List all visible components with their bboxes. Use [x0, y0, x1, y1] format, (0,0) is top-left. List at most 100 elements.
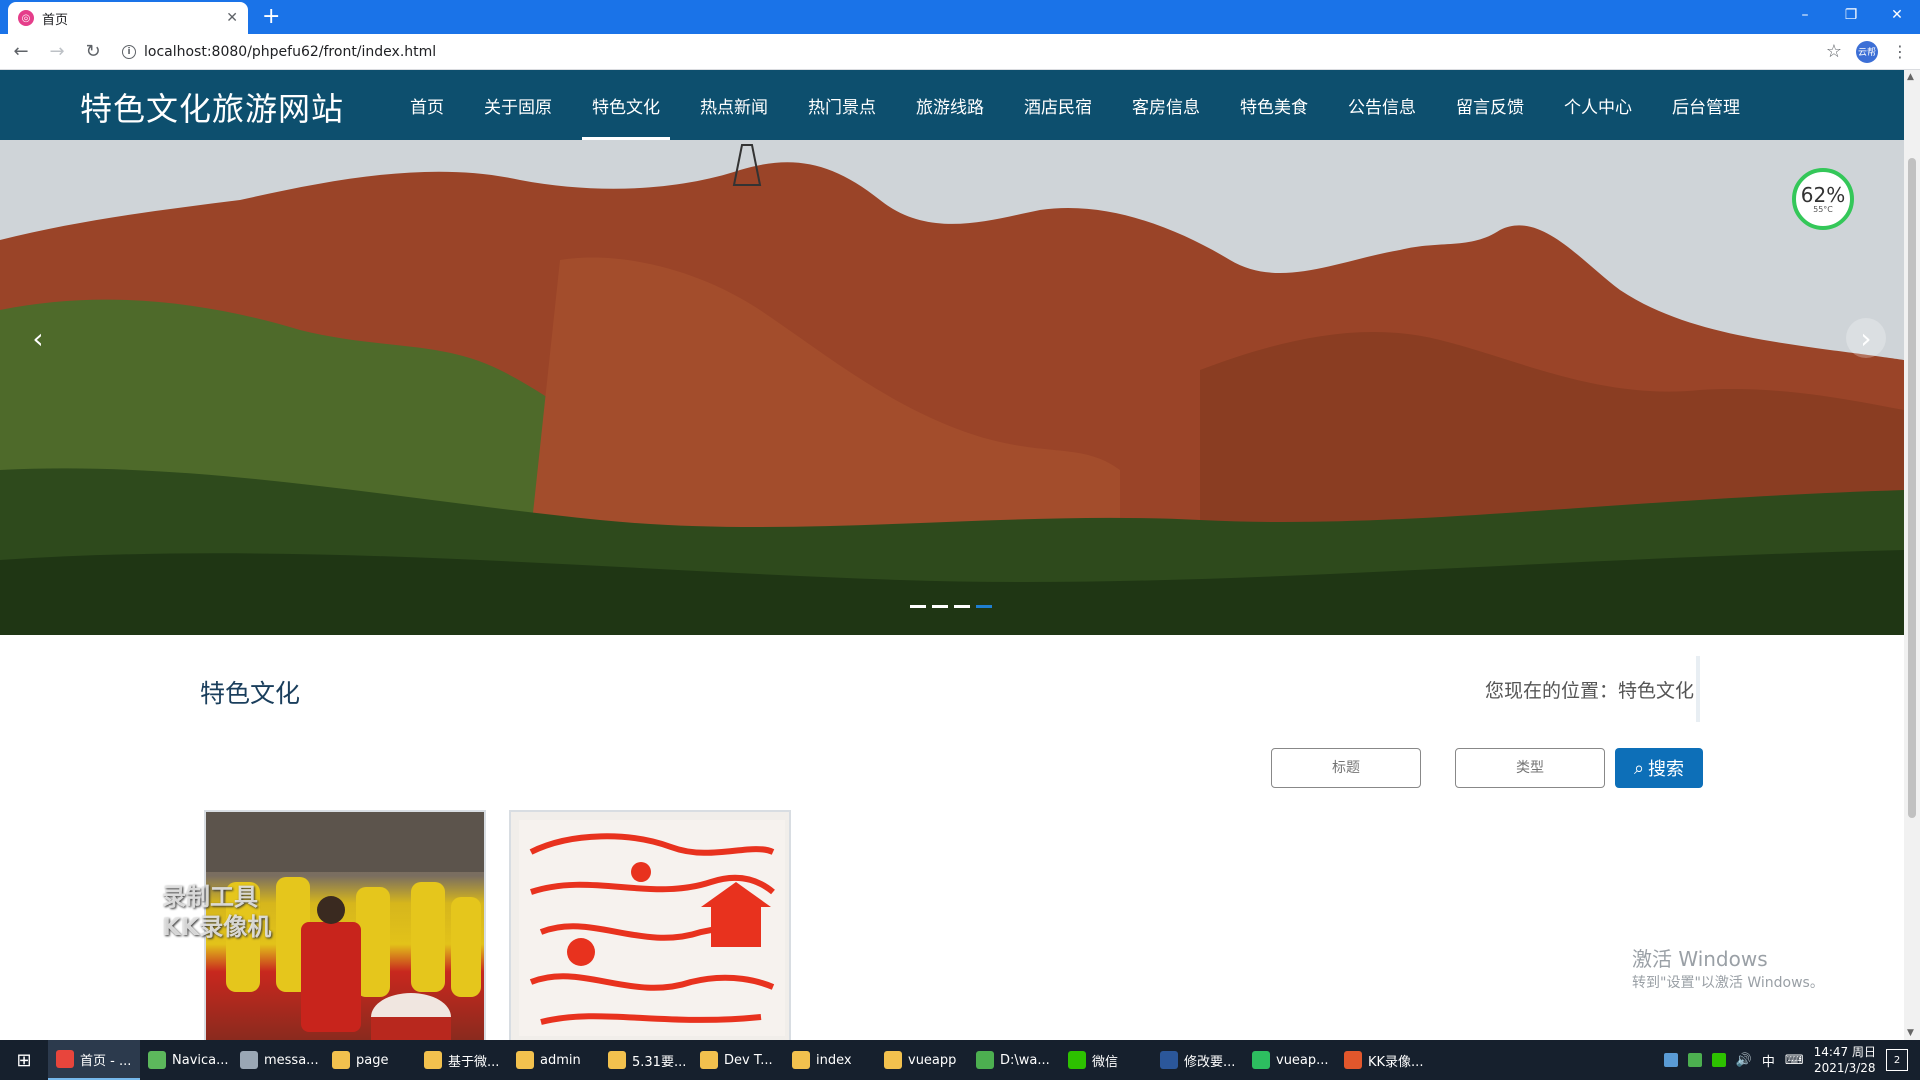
app-icon — [424, 1051, 442, 1069]
clock-date: 2021/3/28 — [1814, 1061, 1876, 1075]
taskbar-item-label: 5.31要... — [632, 1054, 687, 1070]
nav-item[interactable]: 旅游线路 — [896, 70, 1004, 140]
page-viewport: 特色文化旅游网站 首页 关于固原 特色文化 热点新闻 热门景点 旅游线路 酒店民宿 客房信息特… — [0, 70, 1904, 1040]
banner-dot[interactable] — [954, 605, 970, 608]
back-arrow-icon[interactable]: ← — [6, 37, 36, 67]
system-clock[interactable]: 14:47 周日 2021/3/28 — [1814, 1044, 1876, 1076]
taskbar-item[interactable]: vueapp — [876, 1040, 968, 1080]
notification-center-icon[interactable]: 2 — [1886, 1049, 1908, 1071]
nav-item[interactable]: 特色文化 — [572, 70, 680, 140]
browser-tabstrip: ◎ 首页 ✕ + – ❐ ✕ — [0, 0, 1920, 34]
ime-indicator[interactable]: 中 — [1762, 1051, 1775, 1070]
banner-carousel[interactable]: ‹ › — [0, 140, 1904, 635]
minimize-button[interactable]: – — [1782, 0, 1828, 30]
taskbar-item-label: Navica... — [172, 1052, 229, 1068]
app-icon — [56, 1050, 74, 1068]
close-window-button[interactable]: ✕ — [1874, 0, 1920, 30]
nav-item[interactable]: 客房信息 — [1112, 70, 1220, 140]
nav-item[interactable]: 热门景点 — [788, 70, 896, 140]
app-icon — [516, 1051, 534, 1069]
address-bar[interactable]: i localhost:8080/phpefu62/front/index.ht… — [116, 38, 1826, 66]
taskbar-item[interactable]: 基于微... — [416, 1040, 508, 1080]
search-icon: ⌕ — [1633, 757, 1645, 779]
banner-prev-icon[interactable]: ‹ — [18, 318, 58, 358]
taskbar-item[interactable]: admin — [508, 1040, 600, 1080]
keyboard-icon[interactable]: ⌨ — [1785, 1053, 1804, 1068]
taskbar-item[interactable]: D:\wa... — [968, 1040, 1060, 1080]
banner-dot[interactable] — [910, 605, 926, 608]
taskbar-item[interactable]: 微信 — [1060, 1040, 1152, 1080]
scroll-down-icon[interactable]: ▼ — [1907, 1028, 1914, 1038]
taskbar-item[interactable]: 5.31要... — [600, 1040, 692, 1080]
reload-icon[interactable]: ↻ — [78, 37, 108, 67]
page-scrollbar[interactable]: ▲ ▼ — [1904, 70, 1920, 1040]
taskbar-item[interactable]: index — [784, 1040, 876, 1080]
taskbar-item[interactable]: KK录像... — [1336, 1040, 1428, 1080]
windows-start-icon[interactable]: ⊞ — [0, 1040, 48, 1080]
taskbar-item-label: D:\wa... — [1000, 1052, 1050, 1068]
nav-item[interactable]: 个人中心 — [1544, 70, 1652, 140]
nav-item[interactable]: 热点新闻 — [680, 70, 788, 140]
new-tab-button[interactable]: + — [262, 5, 280, 29]
app-icon — [700, 1051, 718, 1069]
windows-activation-notice: 激活 Windows 转到"设置"以激活 Windows。 — [1632, 943, 1824, 992]
title-search-input[interactable] — [1271, 748, 1421, 788]
clock-time: 14:47 周日 — [1813, 1045, 1876, 1059]
taskbar-item-label: 修改要... — [1184, 1054, 1236, 1070]
taskbar-item[interactable]: Dev T... — [692, 1040, 784, 1080]
site-info-icon[interactable]: i — [122, 44, 136, 59]
taskbar-item-label: messa... — [264, 1052, 319, 1068]
nav-item[interactable]: 特色美食 — [1220, 70, 1328, 140]
app-icon — [1068, 1051, 1086, 1069]
search-button[interactable]: ⌕ 搜索 — [1615, 748, 1703, 788]
app-tray-icon[interactable] — [1687, 1053, 1702, 1067]
network-tray-icon[interactable] — [1663, 1053, 1678, 1067]
nav-item[interactable]: 关于固原 — [464, 70, 572, 140]
system-tray: 🔊 中 ⌨ 14:47 周日 2021/3/28 2 — [1663, 1040, 1920, 1080]
app-icon — [884, 1051, 902, 1069]
browser-tab[interactable]: ◎ 首页 ✕ — [8, 2, 248, 34]
taskbar-item[interactable]: 修改要... — [1152, 1040, 1244, 1080]
taskbar-item[interactable]: page — [324, 1040, 416, 1080]
volume-icon[interactable]: 🔊 — [1736, 1053, 1752, 1068]
windows-taskbar: ⊞ 首页 - ... Navica... messa... page 基于微... adm… — [0, 1040, 1920, 1080]
banner-dot[interactable] — [932, 605, 948, 608]
taskbar-item-label: Dev T... — [724, 1052, 773, 1068]
nav-item[interactable]: 酒店民宿 — [1004, 70, 1112, 140]
taskbar-item-label: 首页 - ... — [80, 1053, 132, 1069]
profile-avatar[interactable]: 云帮 — [1856, 40, 1878, 63]
culture-card[interactable] — [509, 810, 791, 1040]
app-icon — [1160, 1051, 1178, 1069]
cpu-percent: 62% — [1800, 182, 1846, 207]
scroll-up-icon[interactable]: ▲ — [1907, 72, 1914, 82]
bookmark-star-icon[interactable]: ☆ — [1826, 41, 1842, 62]
app-icon — [1344, 1051, 1362, 1069]
cpu-monitor-widget[interactable]: 62% 55°C — [1792, 168, 1854, 230]
nav-item[interactable]: 公告信息 — [1328, 70, 1436, 140]
browser-menu-icon[interactable]: ⋮ — [1892, 42, 1908, 61]
banner-next-icon[interactable]: › — [1846, 318, 1886, 358]
main-nav: 首页 关于固原 特色文化 热点新闻 热门景点 旅游线路 酒店民宿 客房信息 特色美食 公告信息 留言… — [390, 70, 1760, 140]
breadcrumb-divider — [1696, 656, 1700, 722]
forward-arrow-icon[interactable]: → — [42, 37, 72, 67]
site-logo[interactable]: 特色文化旅游网站 — [80, 84, 344, 130]
taskbar-item[interactable]: vueap... — [1244, 1040, 1336, 1080]
banner-landscape-image — [0, 140, 1904, 635]
taskbar-item-label: page — [356, 1052, 389, 1068]
url-text[interactable]: localhost:8080/phpefu62/front/index.html — [144, 44, 436, 60]
nav-item[interactable]: 后台管理 — [1652, 70, 1760, 140]
type-search-input[interactable] — [1455, 748, 1605, 788]
restore-button[interactable]: ❐ — [1828, 0, 1874, 30]
breadcrumb: 您现在的位置：特色文化 — [1484, 680, 1694, 702]
wechat-tray-icon[interactable] — [1711, 1053, 1726, 1067]
close-tab-icon[interactable]: ✕ — [226, 10, 238, 26]
taskbar-item[interactable]: Navica... — [140, 1040, 232, 1080]
taskbar-item[interactable]: 首页 - ... — [48, 1040, 140, 1080]
scroll-thumb[interactable] — [1908, 158, 1916, 818]
nav-item[interactable]: 留言反馈 — [1436, 70, 1544, 140]
taskbar-item-label: vueapp — [908, 1052, 957, 1068]
banner-dot[interactable] — [976, 605, 992, 608]
nav-item[interactable]: 首页 — [390, 70, 464, 140]
taskbar-item[interactable]: messa... — [232, 1040, 324, 1080]
activate-subtitle: 转到"设置"以激活 Windows。 — [1632, 975, 1824, 991]
